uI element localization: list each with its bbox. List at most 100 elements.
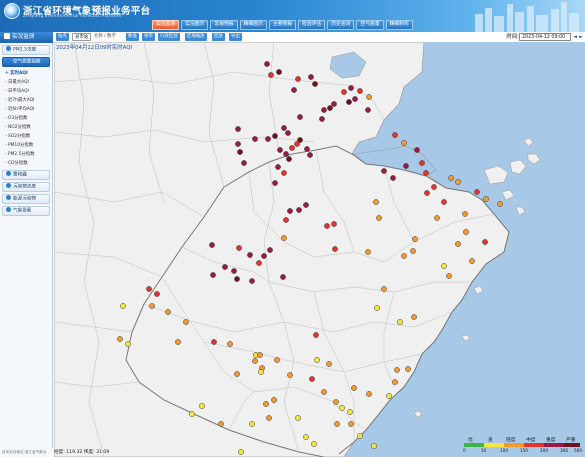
- aqi-station-marker[interactable]: [455, 179, 461, 185]
- aqi-station-marker[interactable]: [374, 305, 380, 311]
- aqi-station-marker[interactable]: [234, 276, 240, 282]
- aqi-station-marker[interactable]: [281, 170, 287, 176]
- tab-air-quality[interactable]: 空气质量: [356, 20, 384, 30]
- aqi-station-marker[interactable]: [339, 405, 345, 411]
- aqi-station-marker[interactable]: [264, 61, 270, 67]
- replay-button[interactable]: 回放: [212, 33, 225, 41]
- aqi-station-marker[interactable]: [283, 151, 289, 157]
- tab-realtime-monitor[interactable]: 实况监测: [152, 20, 180, 30]
- aqi-station-marker[interactable]: [283, 217, 289, 223]
- aqi-station-marker[interactable]: [313, 332, 319, 338]
- sidebar-item-o3-index[interactable]: - O3分指数: [0, 114, 52, 123]
- aqi-station-marker[interactable]: [411, 314, 417, 320]
- aqi-station-marker[interactable]: [381, 286, 387, 292]
- sidebar-group-pm25[interactable]: PM2.5浓度: [2, 45, 50, 55]
- aqi-station-marker[interactable]: [281, 235, 287, 241]
- aqi-station-marker[interactable]: [321, 389, 327, 395]
- aqi-station-marker[interactable]: [303, 434, 309, 440]
- aqi-station-marker[interactable]: [319, 116, 325, 122]
- city-button[interactable]: 地市: [142, 33, 155, 41]
- aqi-station-marker[interactable]: [261, 253, 267, 259]
- aqi-station-marker[interactable]: [376, 215, 382, 221]
- aqi-station-marker[interactable]: [235, 126, 241, 132]
- sidebar-group-fog-haze[interactable]: 雾和霾: [2, 170, 50, 180]
- aqi-map[interactable]: 2023年04月12日09时实时AQI: [54, 42, 585, 457]
- aqi-station-marker[interactable]: [274, 357, 280, 363]
- aqi-station-marker[interactable]: [295, 415, 301, 421]
- aqi-station-marker[interactable]: [414, 147, 420, 153]
- aqi-station-marker[interactable]: [331, 221, 337, 227]
- aqi-station-marker[interactable]: [386, 393, 392, 399]
- aqi-station-marker[interactable]: [258, 369, 264, 375]
- aqi-station-marker[interactable]: [348, 421, 354, 427]
- aqi-station-marker[interactable]: [276, 69, 282, 75]
- aqi-station-marker[interactable]: [281, 125, 287, 131]
- aqi-station-marker[interactable]: [346, 99, 352, 105]
- aqi-station-marker[interactable]: [271, 397, 277, 403]
- sidebar-header[interactable]: 实况监测: [0, 32, 53, 43]
- aqi-station-marker[interactable]: [252, 358, 258, 364]
- aqi-station-marker[interactable]: [295, 76, 301, 82]
- sidebar-item-6h-avg-aqi[interactable]: - 近6h平均AQI: [0, 105, 52, 114]
- station-type-select[interactable]: 县市站: [72, 33, 92, 41]
- aqi-station-marker[interactable]: [331, 101, 337, 107]
- aqi-station-marker[interactable]: [183, 319, 189, 325]
- aqi-station-marker[interactable]: [431, 184, 437, 190]
- sidebar-item-co-index[interactable]: - CO分指数: [0, 159, 52, 168]
- aqi-station-marker[interactable]: [474, 189, 480, 195]
- zoom-region-button[interactable]: 区域缩放: [185, 33, 207, 41]
- aqi-station-marker[interactable]: [210, 272, 216, 278]
- aqi-station-marker[interactable]: [381, 168, 387, 174]
- aqi-station-marker[interactable]: [341, 89, 347, 95]
- aqi-station-marker[interactable]: [297, 114, 303, 120]
- station-button[interactable]: 站点: [56, 33, 69, 41]
- aqi-station-marker[interactable]: [352, 96, 358, 102]
- aqi-station-marker[interactable]: [277, 147, 283, 153]
- aqi-station-marker[interactable]: [199, 403, 205, 409]
- aqi-station-marker[interactable]: [314, 357, 320, 363]
- aqi-station-marker[interactable]: [257, 352, 263, 358]
- sidebar-item-daily-avg-aqi[interactable]: - 日平均AQI: [0, 87, 52, 96]
- aqi-station-marker[interactable]: [252, 136, 258, 142]
- aqi-station-marker[interactable]: [149, 303, 155, 309]
- aqi-station-marker[interactable]: [347, 409, 353, 415]
- aqi-station-marker[interactable]: [235, 141, 241, 147]
- aqi-station-marker[interactable]: [303, 202, 309, 208]
- aqi-station-marker[interactable]: [249, 421, 255, 427]
- aqi-station-marker[interactable]: [291, 87, 297, 93]
- aqi-station-marker[interactable]: [125, 341, 131, 347]
- aqi-station-marker[interactable]: [448, 175, 454, 181]
- aqi-station-marker[interactable]: [234, 371, 240, 377]
- aqi-station-marker[interactable]: [287, 208, 293, 214]
- aqi-station-marker[interactable]: [263, 401, 269, 407]
- aqi-station-marker[interactable]: [211, 339, 217, 345]
- aqi-station-marker[interactable]: [412, 236, 418, 242]
- aqi-station-marker[interactable]: [312, 81, 318, 87]
- aqi-station-marker[interactable]: [165, 309, 171, 315]
- aqi-station-marker[interactable]: [455, 241, 461, 247]
- aqi-station-marker[interactable]: [321, 107, 327, 113]
- aqi-station-marker[interactable]: [351, 385, 357, 391]
- aqi-station-marker[interactable]: [275, 164, 281, 170]
- sidebar-item-daily-max-aqi[interactable]: - 日最大AQI: [0, 78, 52, 87]
- tab-verification[interactable]: 检验评估: [298, 20, 326, 30]
- aqi-station-marker[interactable]: [423, 170, 429, 176]
- sidebar-item-so2-index[interactable]: - SO2分指数: [0, 132, 52, 141]
- aqi-station-marker[interactable]: [267, 247, 273, 253]
- aqi-station-marker[interactable]: [405, 366, 411, 372]
- next-time-icon[interactable]: ►: [578, 33, 584, 41]
- aqi-station-marker[interactable]: [247, 252, 253, 258]
- aqi-station-marker[interactable]: [401, 253, 407, 259]
- aqi-station-marker[interactable]: [394, 367, 400, 373]
- sidebar-item-realtime-aqi[interactable]: + 实时AQI: [0, 69, 52, 78]
- aqi-station-marker[interactable]: [371, 443, 377, 449]
- aqi-station-marker[interactable]: [483, 196, 489, 202]
- aqi-station-marker[interactable]: [154, 291, 160, 297]
- aqi-station-marker[interactable]: [327, 105, 333, 111]
- aqi-station-marker[interactable]: [309, 376, 315, 382]
- aqi-station-marker[interactable]: [120, 303, 126, 309]
- aqi-station-marker[interactable]: [266, 415, 272, 421]
- aqi-station-marker[interactable]: [366, 391, 372, 397]
- aqi-station-marker[interactable]: [280, 274, 286, 280]
- aqi-station-marker[interactable]: [419, 160, 425, 166]
